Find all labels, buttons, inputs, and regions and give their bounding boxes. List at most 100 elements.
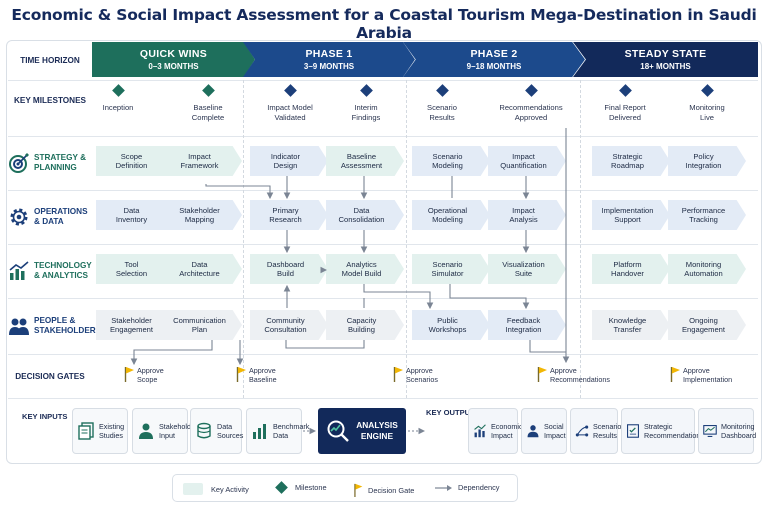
- phase-name: STEADY STATE: [624, 48, 707, 60]
- phase-1: PHASE 1 3–9 MONTHS: [243, 42, 415, 77]
- analysis-engine[interactable]: ANALYSIS ENGINE: [318, 408, 406, 454]
- text-label: ENGINE: [360, 431, 394, 441]
- activity-performance-tracking[interactable]: Performance Tracking: [668, 200, 746, 230]
- text-label: Impact: [491, 431, 513, 440]
- milestone: Final Report Delivered: [585, 84, 665, 123]
- text-label: Strategic: [612, 151, 643, 161]
- activity-stakeholder-mapping[interactable]: Stakeholder Mapping: [164, 200, 242, 230]
- people-icon: [9, 318, 29, 335]
- text-label: Monitoring: [721, 422, 755, 431]
- input-benchmark-data[interactable]: Benchmark Data: [246, 408, 309, 454]
- benchmark-chart-icon: [253, 424, 266, 439]
- text-label: Scenarios: [406, 375, 438, 384]
- activity-primary-research[interactable]: Primary Research: [250, 200, 328, 230]
- activity-ongoing-engagement[interactable]: Ongoing Engagement: [668, 310, 746, 340]
- activity-monitoring-automation[interactable]: Monitoring Automation: [668, 254, 746, 284]
- activity-data-consolidation[interactable]: Data Consolidation: [326, 200, 404, 230]
- activity-capacity-building[interactable]: Capacity Building: [326, 310, 404, 340]
- activity-feedback-integration[interactable]: Feedback Integration: [488, 310, 566, 340]
- activity-scenario-modeling[interactable]: Scenario Modeling: [412, 146, 490, 176]
- output-monitoring-dashboard[interactable]: Monitoring Dashboard: [698, 408, 756, 454]
- text-label: Scenario: [593, 422, 622, 431]
- phase-range: 18+ MONTHS: [640, 62, 691, 71]
- activity-scope-definition[interactable]: Scope Definition: [96, 146, 174, 176]
- activity-implementation-support[interactable]: Implementation Support: [592, 200, 670, 230]
- activity-impact-analysis[interactable]: Impact Analysis: [488, 200, 566, 230]
- text-label: Build: [277, 269, 294, 278]
- activity-visualization-suite[interactable]: Visualization Suite: [488, 254, 566, 284]
- output-social-impact[interactable]: Social Impact: [521, 408, 567, 454]
- documents-icon: [78, 422, 94, 440]
- activity-data-architecture[interactable]: Data Architecture: [164, 254, 242, 284]
- checklist-icon: [627, 424, 639, 438]
- separator: [8, 398, 758, 399]
- text-label: Baseline: [249, 375, 277, 384]
- milestone-diamond: [435, 84, 449, 97]
- phase-quick-wins: QUICK WINS 0–3 MONTHS: [92, 42, 255, 77]
- text-label: Scenario: [427, 103, 457, 112]
- arrow-right-icon: [435, 484, 452, 491]
- row-label-time-horizon: TIME HORIZON: [20, 55, 80, 65]
- input-existing-studies[interactable]: Existing Studies: [72, 408, 128, 454]
- gate-flag-icon: [537, 367, 547, 382]
- text-label: Impact: [544, 431, 566, 440]
- activity-indicator-design[interactable]: Indicator Design: [250, 146, 328, 176]
- monitor-icon: [703, 425, 717, 437]
- activity-policy-integration[interactable]: Policy Integration: [668, 146, 746, 176]
- text-label: Validated: [274, 113, 306, 122]
- activity-knowledge-transfer[interactable]: Knowledge Transfer: [592, 310, 670, 340]
- input-stakeholder-input[interactable]: Stakeholder Input: [132, 408, 197, 454]
- activity-stakeholder-engagement[interactable]: Stakeholder Engagement: [96, 310, 174, 340]
- activity-impact-framework[interactable]: Impact Framework: [164, 146, 242, 176]
- activity-strategic-roadmap[interactable]: Strategic Roadmap: [592, 146, 670, 176]
- activity-impact-quantification[interactable]: Impact Quantification: [488, 146, 566, 176]
- text-label: Scenario: [432, 259, 463, 269]
- input-data-sources[interactable]: Data Sources: [190, 408, 243, 454]
- text-label: Architecture: [179, 269, 220, 278]
- text-label: Analytics: [346, 259, 377, 269]
- milestone: Recommendations Approved: [491, 84, 571, 123]
- milestone-diamond: [111, 84, 125, 97]
- activity-community-consultation[interactable]: Community Consultation: [250, 310, 328, 340]
- text-label: Assessment: [340, 161, 383, 170]
- phase-divider: [406, 80, 407, 398]
- text-label: Key Activity: [211, 484, 249, 494]
- activity-communication-plan[interactable]: Communication Plan: [164, 310, 242, 340]
- output-scenario-results[interactable]: Scenario Results: [570, 408, 622, 454]
- text-label: Research: [269, 215, 302, 224]
- gate-flag-icon: [124, 367, 134, 382]
- activity-scenario-simulator[interactable]: Scenario Simulator: [412, 254, 490, 284]
- activity-operational-modeling[interactable]: Operational Modeling: [412, 200, 490, 230]
- text-label: Decision Gate: [368, 485, 415, 495]
- activity-data-inventory[interactable]: Data Inventory: [96, 200, 174, 230]
- text-label: Inventory: [115, 215, 148, 224]
- text-label: Automation: [684, 269, 723, 278]
- text-label: Knowledge: [608, 315, 647, 325]
- gate-flag-icon: [236, 367, 246, 382]
- text-label: Plan: [191, 325, 208, 334]
- activity-dashboard-build[interactable]: Dashboard Build: [250, 254, 328, 284]
- activity-analytics-model-build[interactable]: Analytics Model Build: [326, 254, 404, 284]
- text-label: Mapping: [184, 215, 215, 224]
- strategy-target-icon: [9, 153, 29, 173]
- page-title: Economic & Social Impact Assessment for …: [11, 6, 757, 42]
- text-label: Model Build: [341, 269, 382, 278]
- text-label: Interim: [354, 103, 378, 112]
- text-label: Benchmark: [273, 422, 310, 431]
- text-label: Baseline: [193, 103, 223, 112]
- activity-platform-handover[interactable]: Platform Handover: [592, 254, 670, 284]
- text-label: Approve: [406, 366, 433, 375]
- separator: [8, 80, 758, 81]
- activity-public-workshops[interactable]: Public Workshops: [412, 310, 490, 340]
- decision-gate: Approve Scope: [124, 366, 164, 384]
- activity-tool-selection[interactable]: Tool Selection: [96, 254, 174, 284]
- text-label: Dependency: [458, 483, 500, 492]
- milestone: Interim Findings: [326, 84, 406, 123]
- text-label: Findings: [351, 113, 381, 122]
- text-label: Primary: [272, 205, 299, 215]
- output-strategic-recommendations[interactable]: Strategic Recommendations: [621, 408, 704, 454]
- activity-baseline-assessment[interactable]: Baseline Assessment: [326, 146, 404, 176]
- bar-chart-icon: [9, 261, 29, 280]
- text-label: Quantification: [500, 161, 547, 170]
- output-economic-impact[interactable]: Economic Impact: [468, 408, 523, 454]
